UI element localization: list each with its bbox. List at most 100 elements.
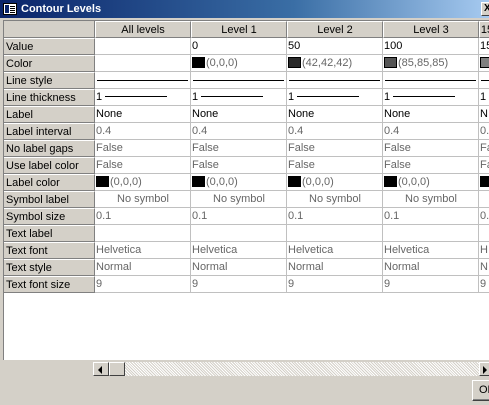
grid-cell[interactable]: 1 (287, 89, 383, 106)
horizontal-scrollbar[interactable] (93, 362, 489, 376)
grid-cell[interactable]: 0.4 (191, 123, 287, 140)
grid-cell[interactable]: Helvetica (383, 242, 479, 259)
grid-cell[interactable]: No symbol (191, 191, 287, 208)
grid-cell[interactable]: Normal (191, 259, 287, 276)
grid-cell[interactable]: 0.4 (383, 123, 479, 140)
grid-cell[interactable]: 0.1 (95, 208, 191, 225)
ok-button[interactable]: OK (472, 380, 489, 401)
row-header[interactable]: Value (4, 38, 95, 55)
grid-cell[interactable]: 9 (287, 276, 383, 293)
grid-cell[interactable] (95, 38, 191, 55)
grid-cell[interactable]: 15 (479, 38, 489, 55)
grid-cell[interactable] (383, 225, 479, 242)
grid-cell[interactable]: Helvetica (287, 242, 383, 259)
grid-cell[interactable] (191, 72, 287, 89)
row-header[interactable]: Text font (4, 242, 95, 259)
grid-cell[interactable]: Helvetica (95, 242, 191, 259)
grid-cell[interactable]: No symbol (287, 191, 383, 208)
grid-cell[interactable]: (0,0,0) (191, 174, 287, 191)
grid-cell[interactable]: False (95, 140, 191, 157)
column-header[interactable]: Level 2 (287, 21, 383, 38)
grid-cell[interactable]: Fa (479, 157, 489, 174)
row-header[interactable]: Text style (4, 259, 95, 276)
close-button[interactable]: X (481, 2, 489, 16)
row-header[interactable]: Label (4, 106, 95, 123)
row-header[interactable]: No label gaps (4, 140, 95, 157)
grid-cell[interactable] (479, 174, 489, 191)
grid-cell[interactable] (479, 72, 489, 89)
grid-cell[interactable] (191, 225, 287, 242)
grid-cell[interactable]: (85,85,85) (383, 55, 479, 72)
grid-cell[interactable]: None (95, 106, 191, 123)
grid-cell[interactable]: H (479, 242, 489, 259)
column-header[interactable]: All levels (95, 21, 191, 38)
grid-cell[interactable]: 0.1 (287, 208, 383, 225)
grid-cell[interactable]: False (383, 140, 479, 157)
grid-cell[interactable]: False (95, 157, 191, 174)
grid-cell[interactable]: 0.4 (95, 123, 191, 140)
grid-cell[interactable]: 1 (95, 89, 191, 106)
grid-cell[interactable]: Normal (383, 259, 479, 276)
grid-cell[interactable]: 1 (479, 89, 489, 106)
grid-cell[interactable]: 50 (287, 38, 383, 55)
grid-cell[interactable]: 9 (95, 276, 191, 293)
grid-cell[interactable]: False (191, 140, 287, 157)
grid-cell[interactable]: False (287, 157, 383, 174)
grid-cell[interactable] (95, 225, 191, 242)
grid-cell[interactable] (383, 72, 479, 89)
grid-cell[interactable]: None (191, 106, 287, 123)
grid-cell[interactable] (287, 72, 383, 89)
grid-cell[interactable]: 0.4 (287, 123, 383, 140)
row-header[interactable]: Line style (4, 72, 95, 89)
row-header[interactable]: Use label color (4, 157, 95, 174)
row-header[interactable]: Label interval (4, 123, 95, 140)
grid-cell[interactable] (95, 72, 191, 89)
grid-cell[interactable]: False (383, 157, 479, 174)
grid-cell[interactable]: 1 (191, 89, 287, 106)
grid-cell[interactable]: 0 (191, 38, 287, 55)
row-header[interactable]: Symbol size (4, 208, 95, 225)
grid-cell[interactable]: None (287, 106, 383, 123)
grid-cell[interactable]: 0.1 (191, 208, 287, 225)
row-header[interactable]: Color (4, 55, 95, 72)
grid-cell[interactable] (479, 55, 489, 72)
scroll-right-arrow-icon[interactable] (479, 362, 489, 376)
grid-cell[interactable]: No symbol (95, 191, 191, 208)
grid-cell[interactable] (95, 55, 191, 72)
row-header[interactable]: Label color (4, 174, 95, 191)
grid-cell[interactable]: (0,0,0) (191, 55, 287, 72)
grid-cell[interactable]: (42,42,42) (287, 55, 383, 72)
scroll-thumb[interactable] (109, 362, 125, 376)
grid-cell[interactable]: False (287, 140, 383, 157)
grid-cell[interactable]: No symbol (383, 191, 479, 208)
grid-cell[interactable]: 9 (191, 276, 287, 293)
column-header[interactable]: Level 3 (383, 21, 479, 38)
grid-cell[interactable]: Normal (287, 259, 383, 276)
grid-cell[interactable]: N (479, 259, 489, 276)
scroll-left-arrow-icon[interactable] (93, 362, 109, 376)
grid-cell[interactable]: 0. (479, 123, 489, 140)
row-header[interactable]: Text font size (4, 276, 95, 293)
grid-cell[interactable]: 1 (383, 89, 479, 106)
grid-cell[interactable]: 0. (479, 208, 489, 225)
grid-cell[interactable]: (0,0,0) (383, 174, 479, 191)
grid-cell[interactable]: 9 (383, 276, 479, 293)
row-header[interactable]: Symbol label (4, 191, 95, 208)
row-header[interactable]: Line thickness (4, 89, 95, 106)
grid-cell[interactable]: (0,0,0) (95, 174, 191, 191)
row-header[interactable]: Text label (4, 225, 95, 242)
grid-cell[interactable] (479, 191, 489, 208)
grid-cell[interactable]: Normal (95, 259, 191, 276)
grid-cell[interactable]: 0.1 (383, 208, 479, 225)
grid-cell[interactable]: 9 (479, 276, 489, 293)
column-header[interactable]: Level 1 (191, 21, 287, 38)
grid-cell[interactable] (287, 225, 383, 242)
grid-cell[interactable]: Fa (479, 140, 489, 157)
grid-cell[interactable] (479, 225, 489, 242)
grid-cell[interactable]: None (383, 106, 479, 123)
grid-cell[interactable]: False (191, 157, 287, 174)
column-header[interactable]: 15 (479, 21, 489, 38)
grid-cell[interactable]: (0,0,0) (287, 174, 383, 191)
grid-cell[interactable]: 100 (383, 38, 479, 55)
grid-cell[interactable]: N (479, 106, 489, 123)
